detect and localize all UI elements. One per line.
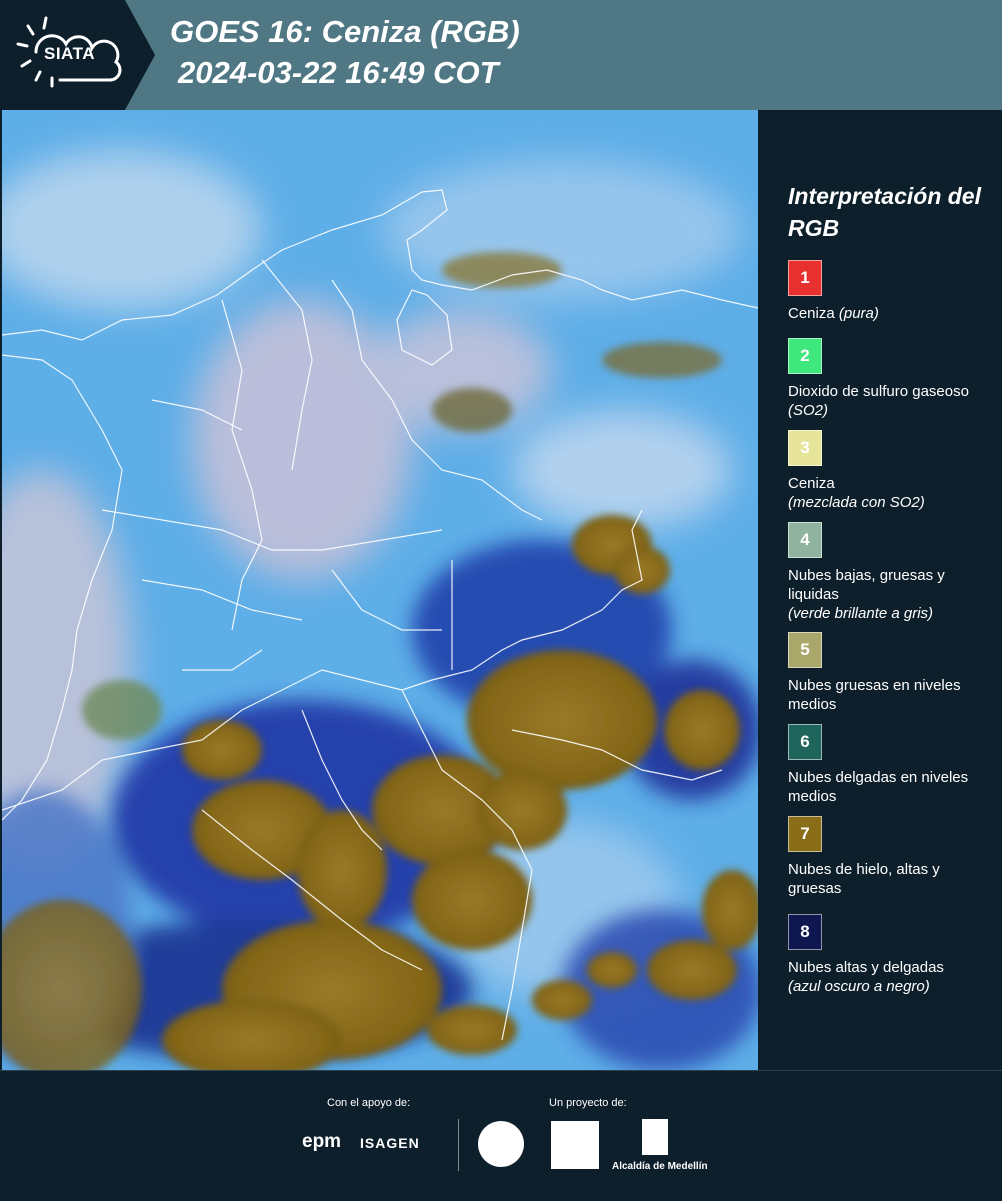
legend-item-8: 8 Nubes altas y delgadas (azul oscuro a n… xyxy=(788,914,988,996)
siata-logo: SIATA xyxy=(0,0,155,110)
satellite-map[interactable] xyxy=(2,110,758,1070)
legend-title: Interpretación del RGB xyxy=(788,183,981,241)
legend-swatch: 1 xyxy=(788,260,822,296)
legend-label: Ceniza xyxy=(788,475,835,492)
legend-swatch: 4 xyxy=(788,522,822,558)
legend-item-2: 2 Dioxido de sulfuro gaseoso (SO2) xyxy=(788,338,988,420)
legend-item-7: 7 Nubes de hielo, altas y gruesas xyxy=(788,816,988,898)
legend-swatch: 5 xyxy=(788,632,822,668)
legend-swatch: 8 xyxy=(788,914,822,950)
legend-item-6: 6 Nubes delgadas en niveles medios xyxy=(788,724,988,806)
legend-swatch: 3 xyxy=(788,430,822,466)
legend-panel: Interpretación del RGB 1 Ceniza (pura) 2… xyxy=(758,110,1002,1070)
legend-note: (SO2) xyxy=(788,402,829,419)
medellin-shield-icon xyxy=(642,1119,668,1155)
legend-note: (pura) xyxy=(838,305,879,322)
header-bar: SIATA GOES 16: Ceniza (RGB) 2024-03-22 1… xyxy=(0,0,1002,110)
isagen-logo: ISAGEN xyxy=(360,1135,420,1151)
support-label: Con el apoyo de: xyxy=(327,1097,411,1109)
legend-label: Nubes delgadas en niveles medios xyxy=(788,769,969,805)
project-label: Un proyecto de: xyxy=(549,1097,627,1109)
legend-item-3: 3 Ceniza (mezclada con SO2) xyxy=(788,430,988,512)
legend-label: Nubes de hielo, altas y gruesas xyxy=(788,861,940,897)
timestamp: 2024-03-22 16:49 COT xyxy=(178,55,499,90)
legend-label: Nubes altas y delgadas xyxy=(788,959,944,976)
legend-swatch: 6 xyxy=(788,724,822,760)
footer-divider xyxy=(458,1119,459,1171)
logo-text: SIATA xyxy=(44,44,95,63)
legend-item-1: 1 Ceniza (pura) xyxy=(788,260,988,323)
legend-swatch: 2 xyxy=(788,338,822,374)
legend-label: Nubes bajas, gruesas y liquidas xyxy=(788,567,945,603)
medellin-label: Alcaldía de Medellín xyxy=(612,1161,708,1172)
legend-label: Ceniza xyxy=(788,305,835,322)
legend-swatch: 7 xyxy=(788,816,822,852)
legend-item-5: 5 Nubes gruesas en niveles medios xyxy=(788,632,988,714)
legend-label: Dioxido de sulfuro gaseoso xyxy=(788,383,969,400)
legend-label: Nubes gruesas en niveles medios xyxy=(788,677,961,713)
legend-note: (azul oscuro a negro) xyxy=(788,978,930,995)
university-seal-icon xyxy=(478,1121,524,1167)
footer: Con el apoyo de: Un proyecto de: epm ISA… xyxy=(0,1070,1002,1201)
epm-logo: epm xyxy=(302,1131,342,1152)
page-title: GOES 16: Ceniza (RGB) xyxy=(170,14,520,49)
area-metropolitana-logo xyxy=(551,1121,599,1169)
legend-item-4: 4 Nubes bajas, gruesas y liquidas (verde … xyxy=(788,522,988,623)
legend-note: (verde brillante a gris) xyxy=(788,605,934,622)
legend-note: (mezclada con SO2) xyxy=(788,494,925,511)
